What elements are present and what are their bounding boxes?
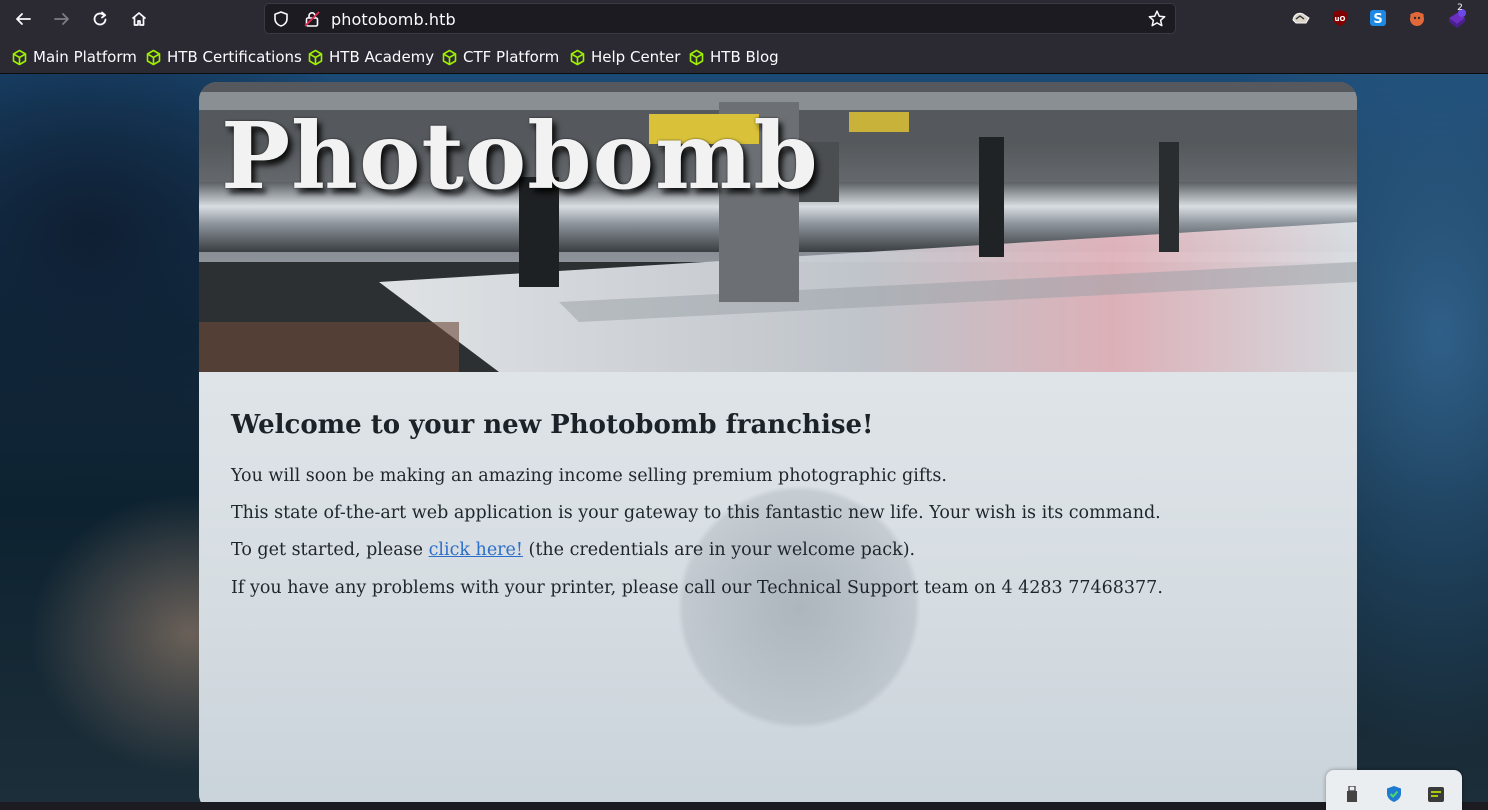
bookmark-star-icon[interactable] — [1147, 9, 1167, 33]
svg-text:S: S — [1373, 12, 1382, 27]
bookmark-label: Help Center — [591, 48, 681, 66]
support-paragraph: If you have any problems with your print… — [231, 578, 1163, 598]
wappalyzer-extension-icon[interactable] — [1290, 8, 1310, 28]
credentials-note: (the credentials are in your welcome pac… — [522, 540, 916, 560]
hero-banner: Photobomb — [199, 82, 1357, 372]
url-text[interactable]: photobomb.htb — [331, 10, 456, 29]
intro-paragraph: You will soon be making an amazing incom… — [231, 466, 947, 486]
home-icon[interactable] — [126, 6, 152, 32]
tracking-protection-shield-icon[interactable] — [272, 10, 290, 32]
bookmark-help-center[interactable]: Help Center — [569, 47, 680, 67]
htb-cube-icon — [442, 49, 457, 65]
foxyproxy-extension-icon[interactable] — [1407, 8, 1427, 28]
bookmark-label: HTB Certifications — [167, 48, 302, 66]
gateway-paragraph: This state of-the-art web application is… — [231, 503, 1161, 523]
bookmark-label: HTB Academy — [329, 48, 435, 66]
extension-badge: 2 — [1457, 3, 1463, 13]
bookmark-ctf-platform[interactable]: CTF Platform — [441, 47, 559, 67]
bookmark-main-platform[interactable]: Main Platform — [11, 47, 137, 67]
bookmark-label: HTB Blog — [710, 48, 779, 66]
hackbar-extension-icon[interactable]: 2 — [1446, 3, 1466, 28]
shield-check-icon[interactable] — [1384, 784, 1404, 808]
htb-cube-icon — [12, 49, 27, 65]
system-tray-popup — [1326, 770, 1462, 810]
bookmark-htb-academy[interactable]: HTB Academy — [307, 47, 434, 67]
htb-cube-icon — [570, 49, 585, 65]
reload-icon[interactable] — [87, 6, 113, 32]
bookmarks-toolbar: Main Platform HTB Certifications HTB Aca… — [0, 38, 1488, 74]
insecure-lock-icon[interactable] — [303, 10, 321, 32]
hero-title: Photobomb — [221, 102, 819, 210]
bookmark-htb-blog[interactable]: HTB Blog — [688, 47, 779, 67]
s-extension-icon[interactable]: S — [1368, 8, 1388, 28]
page-heading: Welcome to your new Photobomb franchise! — [231, 410, 874, 440]
notes-app-icon[interactable] — [1426, 784, 1446, 808]
click-here-link[interactable]: click here! — [429, 540, 523, 560]
page-viewport: Photobomb Welcome to your new Photobomb … — [0, 74, 1488, 802]
svg-text:uO: uO — [1335, 15, 1346, 23]
bookmark-htb-certifications[interactable]: HTB Certifications — [145, 47, 302, 67]
page-card: Photobomb Welcome to your new Photobomb … — [199, 82, 1357, 802]
get-started-paragraph: To get started, please click here! (the … — [231, 540, 915, 560]
welcome-section: Welcome to your new Photobomb franchise!… — [199, 372, 1357, 802]
forward-arrow-icon[interactable] — [49, 6, 75, 32]
htb-cube-icon — [689, 49, 704, 65]
get-started-text: To get started, please — [231, 540, 429, 560]
back-arrow-icon[interactable] — [10, 6, 36, 32]
bookmark-label: CTF Platform — [463, 48, 560, 66]
htb-cube-icon — [308, 49, 323, 65]
bookmark-label: Main Platform — [33, 48, 137, 66]
url-bar[interactable]: photobomb.htb — [264, 3, 1176, 34]
htb-cube-icon — [146, 49, 161, 65]
ublock-origin-extension-icon[interactable]: uO — [1330, 8, 1350, 28]
browser-toolbar: photobomb.htb uO S 2 — [0, 0, 1488, 38]
usb-drive-icon[interactable] — [1346, 785, 1358, 806]
